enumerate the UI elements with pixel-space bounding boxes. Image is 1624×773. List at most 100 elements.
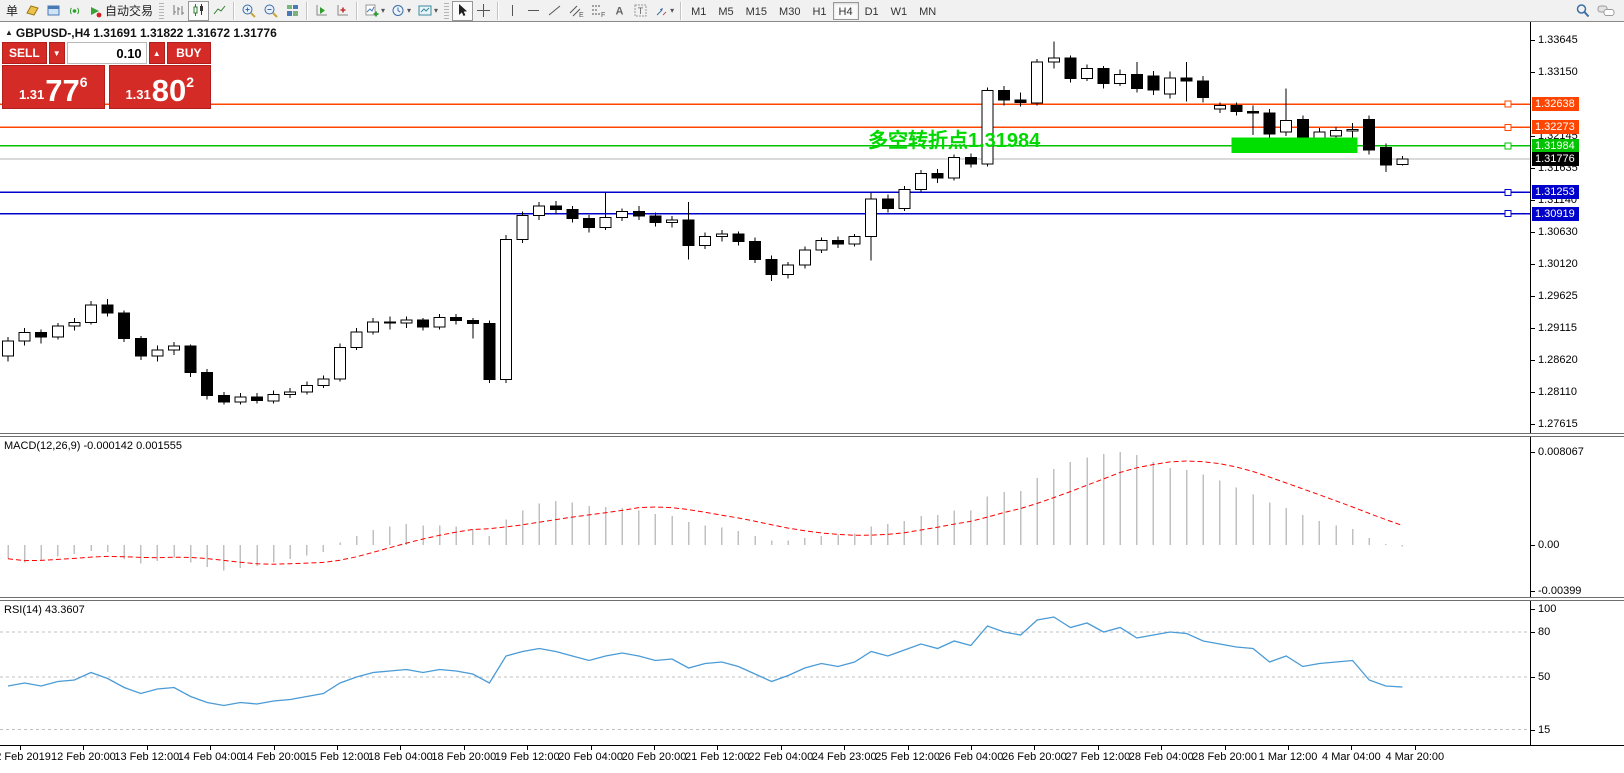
toolbar-grip[interactable] <box>159 2 165 19</box>
new-order-button[interactable]: 单 <box>2 1 22 21</box>
timeframe-m1[interactable]: M1 <box>685 2 712 20</box>
chat-button[interactable] <box>1594 1 1618 21</box>
dropdown-caret-icon: ▾ <box>434 6 439 15</box>
panel-separator[interactable] <box>0 597 1624 601</box>
text-label-button[interactable]: T <box>630 1 651 21</box>
collapse-panel-icon[interactable]: ▲ <box>5 28 13 37</box>
timeframe-h4[interactable]: H4 <box>832 1 859 20</box>
text-button[interactable]: A <box>609 1 630 21</box>
timeframe-mn[interactable]: MN <box>913 2 942 20</box>
buy-price-point: 2 <box>186 74 195 90</box>
clock-icon <box>392 5 404 16</box>
toolbar-separator <box>680 1 683 20</box>
triangle-down-icon: ▼ <box>52 48 61 58</box>
time-tick <box>527 746 529 750</box>
volume-decrease-button[interactable]: ▼ <box>48 42 65 64</box>
zoom-out-button[interactable] <box>260 1 282 21</box>
market-watch-icon[interactable] <box>22 1 43 21</box>
buy-price-button[interactable]: 1.31 80 2 <box>108 65 211 109</box>
chart-shift-button[interactable] <box>311 1 332 21</box>
timeframes-menu-button[interactable]: ▾ <box>388 1 414 21</box>
current-price-label: 1.31776 <box>1532 152 1579 167</box>
time-tick <box>1097 746 1099 750</box>
price-chart[interactable]: 多空转折点1.31984 <box>0 22 1530 433</box>
search-button[interactable] <box>1572 1 1594 21</box>
time-axis-label: 4 Mar 20:00 <box>1385 751 1445 763</box>
macd-panel[interactable] <box>0 437 1530 597</box>
trade-panel-controls: SELL ▼ ▲ BUY <box>2 42 211 64</box>
time-axis-label: 20 Feb 20:00 <box>621 751 687 763</box>
vertical-line-button[interactable] <box>502 1 523 21</box>
toolbar-grip[interactable] <box>444 2 450 19</box>
time-axis-label: 25 Feb 12:00 <box>875 751 941 763</box>
rsi-panel[interactable] <box>0 601 1530 745</box>
bar-chart-icon <box>173 5 185 15</box>
toolbar-separator <box>356 1 359 20</box>
crosshair-icon <box>477 4 491 17</box>
price-tick-label: 1.30630 <box>1531 225 1578 238</box>
time-axis-label: 28 Feb 20:00 <box>1192 751 1258 763</box>
templates-menu-button[interactable]: ▾ <box>414 1 441 21</box>
timeframe-m5[interactable]: M5 <box>712 2 739 20</box>
panel-separator[interactable] <box>0 433 1624 437</box>
trendline-button[interactable] <box>544 1 565 21</box>
time-tick <box>210 746 212 750</box>
macd-name: MACD(12,26,9) <box>4 440 81 452</box>
price-tick-label: 1.29115 <box>1531 322 1577 335</box>
signals-button[interactable] <box>64 1 85 21</box>
buy-button[interactable]: BUY <box>166 42 211 64</box>
zoom-in-button[interactable] <box>238 1 260 21</box>
toolbar-separator <box>497 1 500 20</box>
volume-input[interactable] <box>66 42 147 64</box>
tile-windows-icon <box>287 5 299 16</box>
bar-chart-button[interactable] <box>167 1 188 21</box>
timeframe-m30[interactable]: M30 <box>773 2 806 20</box>
time-tick <box>1414 746 1416 750</box>
equidistant-channel-button[interactable]: E <box>565 1 587 21</box>
timeframe-w1[interactable]: W1 <box>885 2 914 20</box>
horizontal-line-button[interactable] <box>523 1 544 21</box>
signal-icon <box>69 7 80 15</box>
timeframe-d1[interactable]: D1 <box>859 2 885 20</box>
sell-button[interactable]: SELL <box>2 42 47 64</box>
timeframe-m15[interactable]: M15 <box>740 2 773 20</box>
level-price-label: 1.32638 <box>1532 97 1579 112</box>
horizontal-line-icon <box>528 10 540 11</box>
gold-bar-icon <box>26 5 39 16</box>
terminal-window-icon[interactable] <box>43 1 64 21</box>
time-tick <box>20 746 21 750</box>
line-chart-button[interactable] <box>209 1 230 21</box>
turning-point-annotation: 多空转折点1.31984 <box>868 128 1041 152</box>
time-tick <box>1288 746 1289 750</box>
price-tick-label: 1.33645 <box>1531 34 1578 46</box>
price-axis[interactable]: 1.33645 1.33150 1.32145 1.31635 1.31140 1.306… <box>1530 22 1624 745</box>
cursor-button[interactable] <box>452 0 474 21</box>
chart-autoscroll-button[interactable] <box>332 1 353 21</box>
price-tick-label: 1.33150 <box>1531 65 1578 78</box>
dropdown-caret-icon: ▾ <box>670 6 675 15</box>
crosshair-button[interactable] <box>473 1 494 21</box>
tile-windows-button[interactable] <box>282 1 303 21</box>
volume-increase-button[interactable]: ▲ <box>148 42 165 64</box>
add-indicator-button[interactable]: ▾ <box>361 1 388 21</box>
time-axis[interactable]: 12 Feb 201912 Feb 20:0013 Feb 12:0014 Fe… <box>0 745 1624 773</box>
timeframe-h1[interactable]: H1 <box>806 2 832 20</box>
price-tick-label: 1.28110 <box>1531 386 1577 399</box>
rsi-label: RSI(14) 43.3607 <box>4 604 85 616</box>
time-tick <box>400 746 402 750</box>
time-axis-label: 27 Feb 12:00 <box>1065 751 1131 763</box>
autotrading-button[interactable]: 自动交易 <box>85 1 156 21</box>
sell-price-button[interactable]: 1.31 77 6 <box>2 65 105 109</box>
fibonacci-button[interactable]: F <box>587 1 609 21</box>
time-axis-label: 26 Feb 20:00 <box>1001 751 1067 763</box>
time-tick <box>1224 746 1226 750</box>
time-tick <box>590 746 592 750</box>
time-tick <box>654 746 655 750</box>
candlestick-chart-button[interactable] <box>188 0 210 21</box>
time-axis-label: 21 Feb 12:00 <box>684 751 750 763</box>
macd-tick-label: 0.00 <box>1530 539 1560 551</box>
equidistant-channel-icon: E <box>569 5 584 19</box>
sell-price-point: 6 <box>79 74 88 90</box>
arrows-menu-button[interactable]: ▾ <box>651 1 677 21</box>
time-axis-label: 24 Feb 23:00 <box>811 751 877 763</box>
